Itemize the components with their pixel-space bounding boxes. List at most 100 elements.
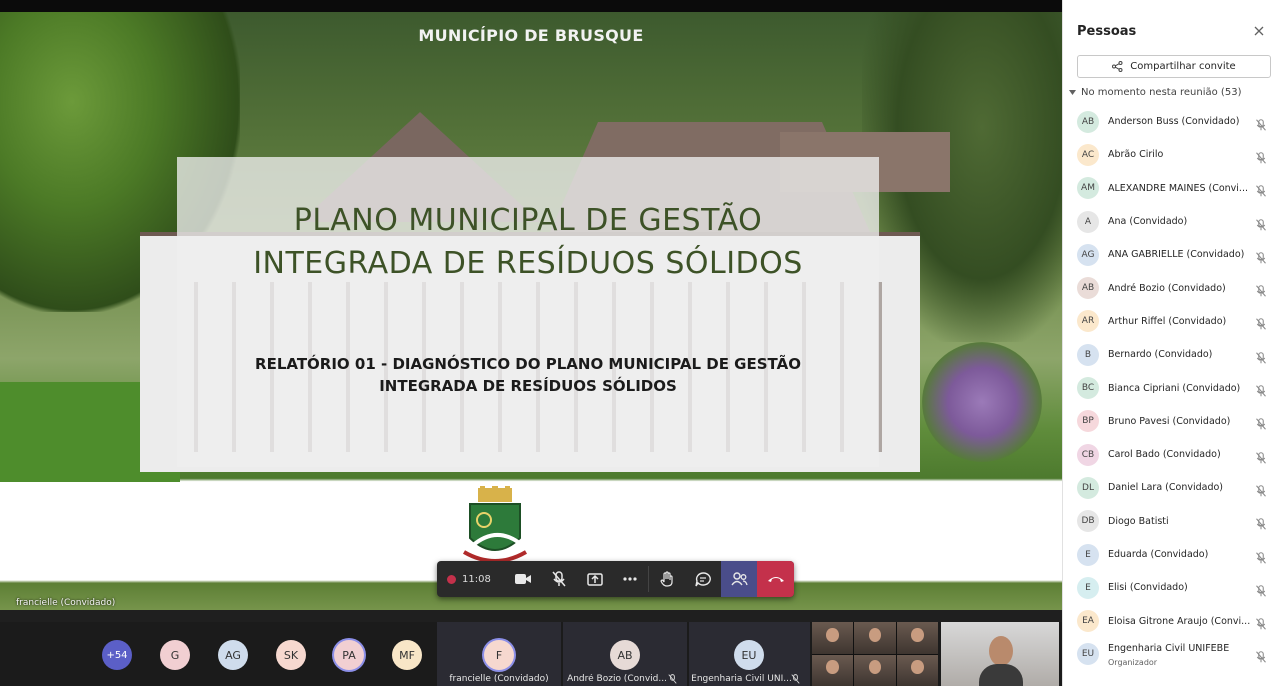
participant-avatar: DL <box>1077 476 1099 499</box>
participant-avatar: E <box>1077 543 1099 566</box>
participant-avatar: AR <box>1077 310 1099 333</box>
mic-off-icon <box>1255 116 1267 131</box>
camera-button[interactable] <box>505 561 541 597</box>
participant-row[interactable]: A Ana (Convidado) <box>1063 205 1280 238</box>
overflow-participants-button[interactable]: +54 <box>102 640 132 670</box>
participant-row[interactable]: AM ALEXANDRE MAINES (Convi... <box>1063 172 1280 205</box>
mic-off-icon <box>1255 482 1267 497</box>
participant-video-grid[interactable] <box>812 622 938 686</box>
participant-name: Eloisa Gitrone Araujo (Convi... <box>1108 615 1251 627</box>
participant-name: Anderson Buss (Convidado) <box>1108 116 1240 128</box>
people-button[interactable] <box>721 561 758 597</box>
participant-avatar: B <box>1077 343 1099 366</box>
participant-video <box>896 622 938 654</box>
participant-avatar: AB <box>610 640 640 670</box>
participant-tile[interactable]: AB André Bozio (Convid... <box>563 622 687 686</box>
participant-video <box>812 622 854 654</box>
participant-role: Organizador <box>1108 657 1158 667</box>
people-panel: Pessoas Compartilhar convite No momento … <box>1062 0 1280 686</box>
participant-row[interactable]: EA Eloisa Gitrone Araujo (Convi... <box>1063 604 1280 637</box>
more-icon <box>623 577 638 581</box>
recording-timer: 11:08 <box>437 574 505 585</box>
leave-call-button[interactable] <box>757 561 794 597</box>
participant-name: Diogo Batisti <box>1108 515 1169 527</box>
participant-avatar[interactable]: AG <box>218 640 248 670</box>
participant-name: Arthur Riffel (Convidado) <box>1108 315 1227 327</box>
slide-subtitle-line: RELATÓRIO 01 - DIAGNÓSTICO DO PLANO MUNI… <box>255 355 801 373</box>
slide-title-line: INTEGRADA DE RESÍDUOS SÓLIDOS <box>253 246 803 281</box>
participant-row[interactable]: CB Carol Bado (Convidado) <box>1063 438 1280 471</box>
participant-row[interactable]: AB Anderson Buss (Convidado) <box>1063 105 1280 138</box>
in-meeting-section-toggle[interactable]: No momento nesta reunião (53) <box>1069 87 1241 98</box>
mic-off-icon <box>1255 249 1267 264</box>
raise-hand-button[interactable] <box>649 561 685 597</box>
participant-row[interactable]: B Bernardo (Convidado) <box>1063 338 1280 371</box>
person-face <box>989 636 1013 666</box>
participant-avatar[interactable]: SK <box>276 640 306 670</box>
mic-off-icon <box>1255 182 1267 197</box>
share-invite-button[interactable]: Compartilhar convite <box>1077 55 1271 78</box>
participant-avatar: AM <box>1077 177 1099 200</box>
share-invite-label: Compartilhar convite <box>1130 61 1236 72</box>
top-bar <box>0 0 1062 12</box>
mic-off-icon <box>1255 515 1267 530</box>
participant-name: Elisi (Convidado) <box>1108 582 1188 594</box>
participant-name: Daniel Lara (Convidado) <box>1108 482 1223 494</box>
participant-row[interactable]: AG ANA GABRIELLE (Convidado) <box>1063 238 1280 271</box>
call-controls: 11:08 <box>437 561 794 597</box>
participant-row[interactable]: E Eduarda (Convidado) <box>1063 538 1280 571</box>
more-options-button[interactable] <box>613 561 649 597</box>
participant-tile[interactable]: EU Engenharia Civil UNI... <box>689 622 810 686</box>
participant-row[interactable]: AR Arthur Riffel (Convidado) <box>1063 305 1280 338</box>
participant-row[interactable]: AC Abrão Cirilo <box>1063 138 1280 171</box>
participant-row[interactable]: AB André Bozio (Convidado) <box>1063 271 1280 304</box>
chevron-down-icon <box>1069 90 1076 95</box>
mic-off-icon <box>1255 282 1267 297</box>
participant-video <box>854 622 896 654</box>
person-body <box>979 664 1023 686</box>
participant-video <box>812 654 854 686</box>
mic-off-icon <box>1255 382 1267 397</box>
participant-avatar: AB <box>1077 277 1099 300</box>
mic-off-icon <box>1255 648 1267 663</box>
mic-off-icon <box>552 571 566 587</box>
slide-title-panel: PLANO MUNICIPAL DE GESTÃO INTEGRADA DE R… <box>177 157 879 467</box>
close-panel-button[interactable] <box>1252 24 1266 38</box>
mic-off-icon <box>668 674 677 684</box>
share-icon <box>1112 61 1123 72</box>
participant-row[interactable]: EU Engenharia Civil UNIFEBE Organizador <box>1063 638 1280 671</box>
chat-button[interactable] <box>685 561 721 597</box>
participant-row[interactable]: E Elisi (Convidado) <box>1063 571 1280 604</box>
participant-name: ANA GABRIELLE (Convidado) <box>1108 249 1245 261</box>
participant-avatar[interactable]: G <box>160 640 190 670</box>
participant-video <box>854 654 896 686</box>
close-icon <box>1254 26 1264 36</box>
participant-avatar[interactable]: MF <box>392 640 422 670</box>
microphone-button[interactable] <box>541 561 577 597</box>
share-screen-icon <box>586 572 603 586</box>
shared-presentation: MUNICÍPIO DE BRUSQUE PLANO MUNICIPAL DE … <box>0 12 1062 610</box>
participant-row[interactable]: BC Bianca Cipriani (Convidado) <box>1063 371 1280 404</box>
participant-avatar: AB <box>1077 110 1099 133</box>
mic-off-icon <box>1255 315 1267 331</box>
participant-video <box>896 654 938 686</box>
participant-row[interactable]: BP Bruno Pavesi (Convidado) <box>1063 405 1280 438</box>
video-icon <box>514 574 531 584</box>
participant-name: Eduarda (Convidado) <box>1108 549 1209 560</box>
raise-hand-icon <box>660 571 673 587</box>
participant-avatar: DB <box>1077 510 1099 533</box>
mic-off-icon <box>1255 582 1267 597</box>
participant-row[interactable]: DB Diogo Batisti <box>1063 505 1280 538</box>
participant-avatar[interactable]: PA <box>334 640 364 670</box>
self-video[interactable] <box>941 622 1059 686</box>
participant-avatar: E <box>1077 576 1099 599</box>
participant-name: Engenharia Civil UNIFEBE <box>1108 642 1230 654</box>
mic-off-icon <box>1255 216 1267 231</box>
participant-row[interactable]: DL Daniel Lara (Convidado) <box>1063 471 1280 504</box>
hang-up-icon <box>767 577 784 582</box>
participant-name: Bernardo (Convidado) <box>1108 349 1213 361</box>
slide-header: MUNICÍPIO DE BRUSQUE <box>418 26 644 45</box>
mic-off-icon <box>1255 449 1267 464</box>
participant-tile[interactable]: F francielle (Convidado) <box>437 622 561 686</box>
share-screen-button[interactable] <box>577 561 613 597</box>
